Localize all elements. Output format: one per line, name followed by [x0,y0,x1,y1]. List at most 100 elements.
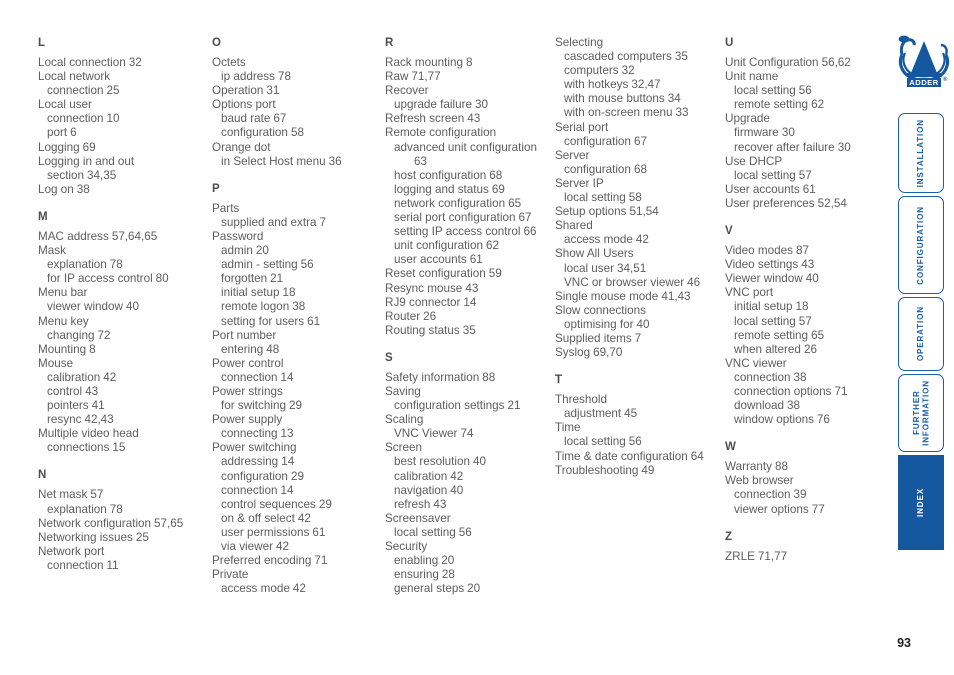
index-entry[interactable]: local setting 56 [555,435,725,449]
index-entry[interactable]: serial port configuration 67 [385,211,555,225]
index-entry[interactable]: Parts [212,202,385,216]
index-entry[interactable]: Serial port [555,121,725,135]
index-entry[interactable]: setting for users 61 [212,315,385,329]
index-entry[interactable]: Warranty 88 [725,460,895,474]
index-entry[interactable]: Resync mouse 43 [385,282,555,296]
index-entry[interactable]: Refresh screen 43 [385,112,555,126]
index-entry[interactable]: recover after failure 30 [725,141,895,155]
index-entry[interactable]: User preferences 52,54 [725,197,895,211]
index-entry[interactable]: baud rate 67 [212,112,385,126]
index-entry[interactable]: Unit Configuration 56,62 [725,56,895,70]
index-entry[interactable]: in Select Host menu 36 [212,155,385,169]
index-entry[interactable]: resync 42,43 [38,413,212,427]
index-entry[interactable]: entering 48 [212,343,385,357]
index-entry[interactable]: Supplied items 7 [555,332,725,346]
index-entry[interactable]: VNC viewer [725,357,895,371]
index-entry[interactable]: VNC Viewer 74 [385,427,555,441]
index-entry[interactable]: Safety information 88 [385,371,555,385]
index-entry[interactable]: Menu bar [38,286,212,300]
index-entry[interactable]: local setting 57 [725,169,895,183]
index-entry[interactable]: connections 15 [38,441,212,455]
index-entry[interactable]: window options 76 [725,413,895,427]
index-entry[interactable]: initial setup 18 [212,286,385,300]
index-entry[interactable]: firmware 30 [725,126,895,140]
index-entry[interactable]: navigation 40 [385,484,555,498]
index-entry[interactable]: local setting 58 [555,191,725,205]
index-entry[interactable]: admin 20 [212,244,385,258]
index-entry[interactable]: control 43 [38,385,212,399]
tab-operation[interactable]: OPERATION [898,297,944,371]
index-entry[interactable]: Server [555,149,725,163]
index-entry[interactable]: Mounting 8 [38,343,212,357]
index-entry[interactable]: ensuring 28 [385,568,555,582]
index-entry[interactable]: Time & date configuration 64 [555,450,725,464]
index-entry[interactable]: Networking issues 25 [38,531,212,545]
index-entry[interactable]: connection 14 [212,484,385,498]
index-entry[interactable]: Syslog 69,70 [555,346,725,360]
index-entry[interactable]: configuration 29 [212,470,385,484]
index-entry[interactable]: adjustment 45 [555,407,725,421]
index-entry[interactable]: connecting 13 [212,427,385,441]
index-entry[interactable]: Reset configuration 59 [385,267,555,281]
index-entry[interactable]: Multiple video head [38,427,212,441]
index-entry[interactable]: local user 34,51 [555,262,725,276]
index-entry[interactable]: computers 32 [555,64,725,78]
tab-further-information[interactable]: FURTHER INFORMATION [898,374,944,452]
index-entry[interactable]: configuration 58 [212,126,385,140]
index-entry[interactable]: Logging 69 [38,141,212,155]
index-entry[interactable]: upgrade failure 30 [385,98,555,112]
index-entry[interactable]: Web browser [725,474,895,488]
index-entry[interactable]: Setup options 51,54 [555,205,725,219]
index-entry[interactable]: Rack mounting 8 [385,56,555,70]
index-entry[interactable]: remote setting 65 [725,329,895,343]
index-entry[interactable]: admin - setting 56 [212,258,385,272]
index-entry[interactable]: addressing 14 [212,455,385,469]
index-entry[interactable]: when altered 26 [725,343,895,357]
index-entry[interactable]: Net mask 57 [38,488,212,502]
index-entry[interactable]: cascaded computers 35 [555,50,725,64]
index-entry[interactable]: Upgrade [725,112,895,126]
index-entry[interactable]: forgotten 21 [212,272,385,286]
index-entry[interactable]: Saving [385,385,555,399]
index-entry[interactable]: Shared [555,219,725,233]
tab-index[interactable]: INDEX [898,455,944,550]
index-entry[interactable]: calibration 42 [38,371,212,385]
index-entry[interactable]: Orange dot [212,141,385,155]
index-entry[interactable]: Port number [212,329,385,343]
index-entry[interactable]: supplied and extra 7 [212,216,385,230]
index-entry[interactable]: viewer window 40 [38,300,212,314]
index-entry[interactable]: ZRLE 71,77 [725,550,895,564]
index-entry[interactable]: Show All Users [555,247,725,261]
index-entry[interactable]: Power control [212,357,385,371]
index-entry[interactable]: download 38 [725,399,895,413]
index-entry[interactable]: connection 14 [212,371,385,385]
index-entry[interactable]: connection 25 [38,84,212,98]
index-entry[interactable]: advanced unit configuration [385,141,555,155]
index-entry[interactable]: viewer options 77 [725,503,895,517]
index-entry[interactable]: general steps 20 [385,582,555,596]
index-entry[interactable]: with on-screen menu 33 [555,106,725,120]
index-entry[interactable]: Router 26 [385,310,555,324]
index-entry[interactable]: configuration settings 21 [385,399,555,413]
index-entry[interactable]: connection 38 [725,371,895,385]
index-entry[interactable]: Video settings 43 [725,258,895,272]
index-entry[interactable]: local setting 57 [725,315,895,329]
index-entry[interactable]: Local user [38,98,212,112]
index-entry[interactable]: initial setup 18 [725,300,895,314]
index-entry[interactable]: Time [555,421,725,435]
index-entry[interactable]: remote setting 62 [725,98,895,112]
index-entry[interactable]: for switching 29 [212,399,385,413]
index-entry[interactable]: explanation 78 [38,258,212,272]
index-entry[interactable]: enabling 20 [385,554,555,568]
index-entry[interactable]: Screensaver [385,512,555,526]
index-entry[interactable]: Operation 31 [212,84,385,98]
index-entry[interactable]: local setting 56 [725,84,895,98]
index-entry[interactable]: best resolution 40 [385,455,555,469]
index-entry[interactable]: Octets [212,56,385,70]
index-entry[interactable]: Logging in and out [38,155,212,169]
index-entry[interactable]: Slow connections [555,304,725,318]
index-entry[interactable]: Menu key [38,315,212,329]
index-entry[interactable]: Video modes 87 [725,244,895,258]
index-entry[interactable]: VNC or browser viewer 46 [555,276,725,290]
index-entry[interactable]: Threshold [555,393,725,407]
